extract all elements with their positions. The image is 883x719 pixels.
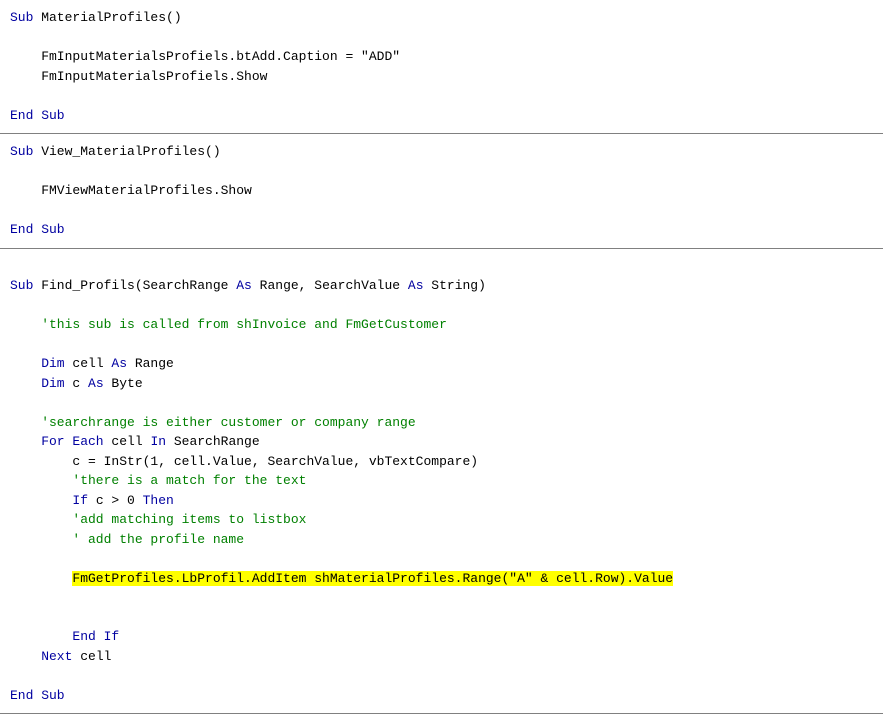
code-line: Sub View_MaterialProfiles() <box>10 142 873 162</box>
loop-var: cell <box>104 434 151 449</box>
code-line: 'add matching items to listbox <box>10 510 873 530</box>
code-line: Next cell <box>10 647 873 667</box>
type-name: Byte <box>104 376 143 391</box>
type-name: Range <box>127 356 174 371</box>
code-line: FmInputMaterialsProfiels.Show <box>10 67 873 87</box>
keyword-sub: Sub <box>10 278 33 293</box>
blank-line <box>10 162 873 182</box>
keyword-end-sub: End Sub <box>10 222 65 237</box>
comment: 'add matching items to listbox <box>72 512 306 527</box>
var-name: c <box>65 376 88 391</box>
keyword-as: As <box>111 356 127 371</box>
keyword-for-each: For Each <box>41 434 103 449</box>
keyword-in: In <box>150 434 166 449</box>
blank-line <box>10 666 873 686</box>
code-line: If c > 0 Then <box>10 491 873 511</box>
code-line: FMViewMaterialProfiles.Show <box>10 181 873 201</box>
blank-line <box>10 86 873 106</box>
keyword-as: As <box>408 278 424 293</box>
sub-name: View_MaterialProfiles() <box>33 144 220 159</box>
code-line: 'searchrange is either customer or compa… <box>10 413 873 433</box>
comment: 'searchrange is either customer or compa… <box>41 415 415 430</box>
code-block-1: Sub MaterialProfiles() FmInputMaterialsP… <box>0 0 883 134</box>
statement: FmInputMaterialsProfiels.btAdd.Caption =… <box>41 49 400 64</box>
code-line: End Sub <box>10 686 873 706</box>
blank-line <box>10 296 873 316</box>
code-line: FmInputMaterialsProfiels.btAdd.Caption =… <box>10 47 873 67</box>
keyword-end-sub: End Sub <box>10 688 65 703</box>
code-line: End Sub <box>10 106 873 126</box>
keyword-dim: Dim <box>41 356 64 371</box>
param-type: String) <box>424 278 486 293</box>
statement: FmInputMaterialsProfiels.Show <box>41 69 267 84</box>
comment: 'this sub is called from shInvoice and F… <box>41 317 447 332</box>
blank-line <box>10 257 873 277</box>
keyword-end-if: End If <box>72 629 119 644</box>
code-line: Dim c As Byte <box>10 374 873 394</box>
code-line: End If <box>10 627 873 647</box>
keyword-sub: Sub <box>10 10 33 25</box>
sub-name: Find_Profils(SearchRange <box>33 278 236 293</box>
keyword-end-sub: End Sub <box>10 108 65 123</box>
code-line: Sub Find_Profils(SearchRange As Range, S… <box>10 276 873 296</box>
param-type: Range, SearchValue <box>252 278 408 293</box>
keyword-dim: Dim <box>41 376 64 391</box>
code-line: FmGetProfiles.LbProfil.AddItem shMateria… <box>10 569 873 589</box>
keyword-if: If <box>72 493 88 508</box>
code-line: Dim cell As Range <box>10 354 873 374</box>
comment: ' add the profile name <box>72 532 244 547</box>
blank-line <box>10 201 873 221</box>
code-line: c = InStr(1, cell.Value, SearchValue, vb… <box>10 452 873 472</box>
loop-range: SearchRange <box>166 434 260 449</box>
blank-line <box>10 28 873 48</box>
var-name: cell <box>65 356 112 371</box>
blank-line <box>10 335 873 355</box>
code-line: For Each cell In SearchRange <box>10 432 873 452</box>
blank-line <box>10 588 873 608</box>
code-line: Sub MaterialProfiles() <box>10 8 873 28</box>
comment: 'there is a match for the text <box>72 473 306 488</box>
code-line: End Sub <box>10 220 873 240</box>
code-block-2: Sub View_MaterialProfiles() FMViewMateri… <box>0 134 883 249</box>
loop-var: cell <box>72 649 111 664</box>
code-block-3: Sub Find_Profils(SearchRange As Range, S… <box>0 249 883 715</box>
condition: c > 0 <box>88 493 143 508</box>
blank-line <box>10 608 873 628</box>
statement: c = InStr(1, cell.Value, SearchValue, vb… <box>72 454 478 469</box>
keyword-as: As <box>88 376 104 391</box>
statement: FMViewMaterialProfiles.Show <box>41 183 252 198</box>
highlighted-statement: FmGetProfiles.LbProfil.AddItem shMateria… <box>72 571 673 586</box>
keyword-as: As <box>236 278 252 293</box>
blank-line <box>10 393 873 413</box>
code-line: 'this sub is called from shInvoice and F… <box>10 315 873 335</box>
keyword-next: Next <box>41 649 72 664</box>
keyword-sub: Sub <box>10 144 33 159</box>
keyword-then: Then <box>143 493 174 508</box>
code-line: 'there is a match for the text <box>10 471 873 491</box>
code-line: ' add the profile name <box>10 530 873 550</box>
sub-name: MaterialProfiles() <box>33 10 181 25</box>
blank-line <box>10 549 873 569</box>
